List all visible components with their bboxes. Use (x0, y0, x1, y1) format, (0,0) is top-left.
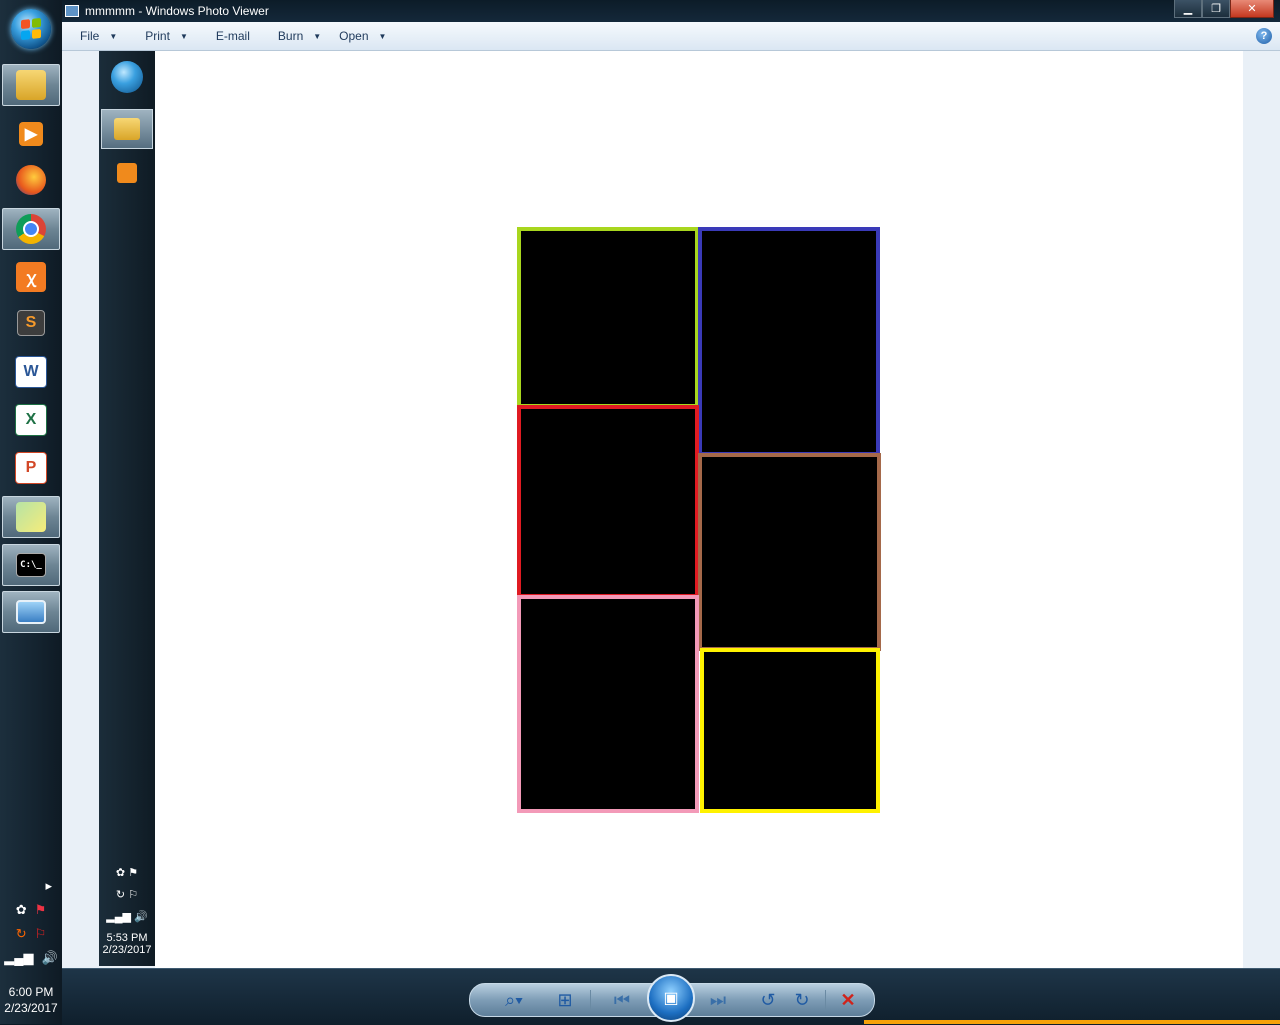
slideshow-icon[interactable]: ▣ (647, 974, 695, 1022)
chevron-down-icon: ▼ (378, 31, 387, 41)
collage-box-pink (517, 595, 699, 813)
taskbar: ▶ ꭓ S W X P C:\_ ▸ ✿ ⚑ ↻ ⚐ ▂▄▆ 🔊 6:00 PM… (0, 0, 63, 1024)
menu-print-label: Print (145, 29, 170, 43)
taskbar-excel-button[interactable]: X (2, 398, 60, 442)
photo-viewer-icon (16, 600, 46, 624)
collage-box-blue (698, 227, 880, 456)
sync-icon[interactable]: ↻ (16, 926, 27, 942)
volume-icon[interactable]: 🔊 (42, 950, 58, 966)
collage-box-brown (698, 453, 881, 651)
menu-burn[interactable]: Burn ▼ (260, 29, 331, 43)
clock-time: 6:00 PM (8, 985, 54, 999)
clock-date: 2/23/2017 (4, 1001, 58, 1015)
delete-icon[interactable]: ✕ (834, 984, 862, 1016)
background-window-edge (864, 1020, 1280, 1024)
action-center-icon[interactable]: ⚑ (35, 902, 47, 918)
rotate-cw-icon[interactable]: ↻ (788, 984, 816, 1016)
help-icon[interactable]: ? (1256, 28, 1272, 44)
excel-icon: X (15, 404, 47, 436)
sublime-text-icon: S (17, 310, 45, 336)
nested-clock-time: 5:53 PM (106, 932, 148, 944)
separator (590, 990, 591, 1010)
minimize-button[interactable]: ▁ (1174, 0, 1202, 18)
title-bar[interactable]: mmmmm - Windows Photo Viewer ▁ ❐ ✕ (62, 0, 1280, 22)
show-hidden-icons[interactable]: ▸ (0, 874, 62, 898)
media-player-icon: ▶ (19, 122, 43, 146)
taskbar-xampp-button[interactable]: ꭓ (2, 255, 60, 299)
folder-icon (16, 70, 46, 100)
menu-file[interactable]: File ▼ (62, 29, 127, 43)
system-tray: ▸ ✿ ⚑ ↻ ⚐ ▂▄▆ 🔊 6:00 PM 2/23/2017 (0, 874, 62, 1024)
nested-folder-icon (101, 109, 153, 149)
taskbar-explorer-button[interactable] (2, 64, 60, 106)
taskbar-chrome-button[interactable] (2, 208, 60, 250)
menu-burn-label: Burn (277, 29, 304, 43)
previous-icon[interactable]: ⏮ (600, 984, 644, 1016)
window-title: mmmmm - Windows Photo Viewer (85, 4, 269, 18)
chevron-down-icon: ▼ (109, 31, 118, 41)
windows-flag-icon (21, 17, 41, 41)
control-pill: ⌕▾ ⊞ ⏮ ▣ ⏭ ↺ ↻ ✕ (469, 974, 875, 1022)
taskbar-sublime-button[interactable]: S (2, 301, 60, 345)
restore-button[interactable]: ❐ (1202, 0, 1230, 18)
menu-open-label: Open (339, 29, 369, 43)
menu-bar: File ▼ Print ▼ E-mail Burn ▼ Open ▼ ? (62, 22, 1280, 51)
next-icon[interactable]: ⏭ (696, 984, 740, 1016)
collage-box-green (517, 227, 699, 408)
clock[interactable]: 6:00 PM 2/23/2017 (0, 984, 62, 1016)
menu-open[interactable]: Open ▼ (331, 29, 396, 43)
menu-file-label: File (80, 29, 100, 43)
menu-email[interactable]: E-mail (198, 29, 260, 43)
nested-start-orb-icon (101, 57, 153, 97)
word-icon: W (15, 356, 47, 388)
menu-email-label: E-mail (215, 29, 250, 43)
collage-box-red (517, 405, 699, 598)
viewer-control-bar: ⌕▾ ⊞ ⏮ ▣ ⏭ ↺ ↻ ✕ (62, 968, 1280, 1025)
separator (825, 990, 826, 1010)
taskbar-cmd-button[interactable]: C:\_ (2, 544, 60, 586)
taskbar-media-player-button[interactable]: ▶ (2, 112, 60, 156)
magnifier-icon[interactable]: ⌕▾ (494, 984, 534, 1016)
photo-viewer-window: mmmmm - Windows Photo Viewer ▁ ❐ ✕ File … (62, 0, 1280, 968)
taskbar-sticky-notes-button[interactable] (2, 496, 60, 538)
fit-icon[interactable]: ⊞ (550, 984, 580, 1016)
photo-viewer-app-icon (65, 5, 79, 17)
collage-box-yellow (700, 648, 880, 813)
dropbox-icon[interactable]: ✿ (16, 902, 27, 918)
sticky-notes-icon (16, 502, 46, 532)
xampp-icon: ꭓ (16, 262, 46, 292)
taskbar-firefox-button[interactable] (2, 158, 60, 202)
firefox-icon (16, 165, 46, 195)
rotate-ccw-icon[interactable]: ↺ (754, 984, 782, 1016)
image-nested-taskbar: ✿ ⚑ ↻ ⚐ ▂▄▆ 🔊 5:53 PM 2/23/2017 (99, 51, 192, 966)
flag-error-icon[interactable]: ⚐ (35, 926, 47, 942)
chevron-down-icon: ▼ (179, 31, 188, 41)
start-button[interactable] (11, 9, 51, 49)
nested-media-player-icon (101, 153, 153, 193)
chevron-down-icon: ▼ (313, 31, 322, 41)
menu-print[interactable]: Print ▼ (127, 29, 198, 43)
chrome-icon (16, 214, 46, 244)
powerpoint-icon: P (15, 452, 47, 484)
image-white-area (155, 257, 192, 909)
taskbar-photo-viewer-button[interactable] (2, 591, 60, 633)
nested-clock-date: 2/23/2017 (102, 944, 152, 956)
taskbar-powerpoint-button[interactable]: P (2, 446, 60, 490)
nested-system-tray: ✿ ⚑ ↻ ⚐ ▂▄▆ 🔊 5:53 PM 2/23/2017 (99, 866, 155, 966)
close-button[interactable]: ✕ (1230, 0, 1274, 18)
taskbar-word-button[interactable]: W (2, 350, 60, 394)
command-prompt-icon: C:\_ (16, 553, 46, 577)
network-icon[interactable]: ▂▄▆ (4, 950, 33, 966)
